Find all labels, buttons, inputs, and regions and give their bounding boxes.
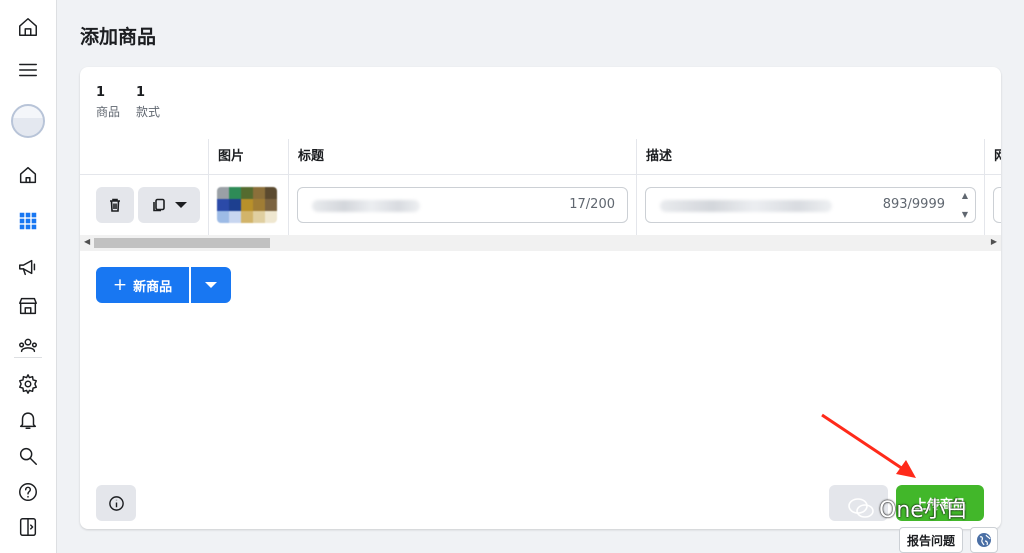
title-input[interactable]: 17/200 — [297, 187, 628, 223]
avatar[interactable] — [11, 104, 45, 138]
stat-products-label: 商品 — [96, 105, 121, 119]
info-button[interactable] — [96, 485, 136, 521]
wechat-logo-icon — [848, 498, 874, 518]
new-product-button[interactable]: + 新商品 — [96, 267, 189, 303]
website-input[interactable] — [993, 187, 1001, 223]
panel-toggle-icon[interactable] — [16, 515, 40, 539]
scroll-left-arrow[interactable]: ◀ — [84, 237, 90, 246]
gear-icon[interactable] — [16, 372, 40, 396]
stat-variants: 1 款式 — [136, 85, 160, 120]
duplicate-row-button[interactable] — [138, 187, 200, 223]
cell-divider — [288, 175, 289, 235]
home-icon[interactable] — [16, 15, 40, 39]
add-products-card: 1 商品 1 款式 图片 标题 描述 网 17/200 893/9999 ▲ ▼… — [80, 67, 1001, 529]
new-product-dropdown-button[interactable] — [191, 267, 231, 303]
column-header-website: 网 — [984, 139, 1001, 175]
cell-divider — [984, 175, 985, 235]
column-header-description: 描述 — [636, 139, 984, 175]
shop-home-icon[interactable] — [16, 163, 40, 187]
report-problem-button[interactable]: 报告问题 — [899, 527, 963, 553]
help-icon[interactable] — [16, 480, 40, 504]
column-header-title: 标题 — [288, 139, 636, 175]
left-sidebar — [0, 0, 57, 553]
info-icon — [108, 495, 124, 511]
plus-icon: + — [112, 275, 128, 295]
language-button[interactable] — [970, 527, 998, 553]
products-table: 图片 标题 描述 网 17/200 893/9999 ▲ ▼ ◀ ▶ — [80, 139, 1001, 251]
storefront-icon[interactable] — [16, 294, 40, 318]
horizontal-scrollbar[interactable]: ◀ ▶ — [80, 235, 1001, 251]
people-settings-icon[interactable] — [16, 332, 40, 356]
summary-stats: 1 商品 1 款式 — [96, 85, 160, 120]
chevron-down-icon — [205, 282, 217, 288]
cell-divider — [636, 175, 637, 235]
watermark-text: One小白 — [879, 498, 968, 523]
delete-row-button[interactable] — [96, 187, 134, 223]
product-image-thumbnail[interactable] — [217, 187, 277, 223]
bell-icon[interactable] — [16, 408, 40, 432]
column-header-image: 图片 — [208, 139, 288, 175]
cell-divider — [208, 175, 209, 235]
page-title: 添加商品 — [80, 26, 157, 48]
stat-products-count: 1 — [96, 85, 106, 100]
sidebar-divider — [14, 357, 42, 358]
scroll-right-arrow[interactable]: ▶ — [991, 237, 997, 246]
description-char-count: 893/9999 — [882, 197, 945, 212]
table-header: 图片 标题 描述 网 — [80, 139, 1001, 175]
title-char-count: 17/200 — [569, 197, 615, 212]
stat-products: 1 商品 — [96, 85, 120, 120]
stat-variants-label: 款式 — [136, 105, 161, 119]
grid-icon[interactable] — [16, 209, 40, 233]
duplicate-icon — [153, 198, 165, 212]
scrollbar-thumb[interactable] — [94, 238, 270, 248]
chevron-down-icon — [175, 202, 187, 208]
globe-icon — [977, 533, 991, 547]
stat-variants-count: 1 — [136, 85, 146, 100]
watermark: One小白 — [847, 492, 968, 524]
trash-icon — [110, 198, 120, 212]
menu-icon[interactable] — [16, 58, 40, 82]
description-scroll-arrows[interactable]: ▲ ▼ — [959, 191, 971, 219]
blurred-description-text — [660, 200, 832, 212]
search-icon[interactable] — [16, 444, 40, 468]
megaphone-icon[interactable] — [16, 255, 40, 279]
table-row: 17/200 893/9999 ▲ ▼ — [80, 175, 1001, 235]
new-product-label: 新商品 — [133, 279, 173, 295]
blurred-title-text — [312, 200, 420, 212]
description-input[interactable]: 893/9999 ▲ ▼ — [645, 187, 976, 223]
